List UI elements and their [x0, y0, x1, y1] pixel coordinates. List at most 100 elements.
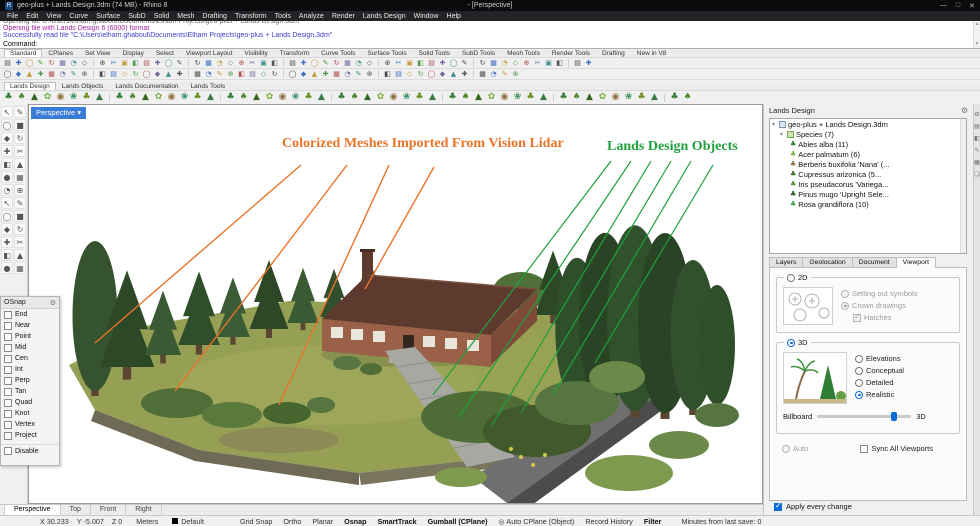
- toolbar-icon[interactable]: ▦: [58, 59, 67, 68]
- status-toggle-filter[interactable]: Filter: [644, 517, 662, 526]
- toolbar-icon[interactable]: ✂: [533, 59, 542, 68]
- toolbar-icon[interactable]: ✚: [175, 70, 184, 79]
- toolbar-icon[interactable]: ↻: [270, 70, 279, 79]
- toolbar-tab-display[interactable]: Display: [117, 49, 150, 57]
- checkbox-icon[interactable]: [4, 377, 12, 385]
- toolbar-icon[interactable]: ▤: [248, 70, 257, 79]
- radio-3d[interactable]: [787, 339, 795, 347]
- panel-icon[interactable]: ❏: [974, 172, 979, 178]
- toolbar-icon[interactable]: ✎: [321, 59, 330, 68]
- option-conceptual[interactable]: Conceptual: [855, 366, 904, 375]
- toolbar-icon[interactable]: ▲: [251, 92, 262, 103]
- species-scrollbar[interactable]: [960, 119, 966, 253]
- viewport-title-label[interactable]: Perspective ▾: [31, 107, 86, 119]
- viewport-tab-right[interactable]: Right: [126, 505, 161, 515]
- viewport-tab-perspective[interactable]: Perspective: [4, 505, 61, 515]
- tool-icon[interactable]: ↻: [14, 223, 26, 235]
- 3d-preview-thumbnail[interactable]: [783, 352, 847, 404]
- toolbar-icon[interactable]: ▲: [316, 92, 327, 103]
- toolbar-icon[interactable]: ♠: [238, 92, 249, 103]
- lands-tab-lands-objects[interactable]: Lands Objects: [56, 82, 110, 90]
- lands-tab-lands-documentation[interactable]: Lands Documentation: [109, 82, 184, 90]
- tool-icon[interactable]: ▦: [14, 171, 26, 183]
- osnap-option-point[interactable]: Point: [1, 331, 59, 342]
- command-prompt[interactable]: Command:: [3, 41, 977, 48]
- toolbar-icon[interactable]: ♠: [571, 92, 582, 103]
- tool-icon[interactable]: ◆: [1, 132, 13, 144]
- toolbar-icon[interactable]: ▲: [427, 92, 438, 103]
- status-toggle-auto-cplane-object[interactable]: ◎ Auto CPlane (Object): [499, 517, 575, 526]
- toolbar-icon[interactable]: ▲: [310, 70, 319, 79]
- toolbar-icon[interactable]: ↻: [332, 59, 341, 68]
- checkbox-icon[interactable]: [4, 399, 12, 407]
- toolbar-icon[interactable]: ◆: [299, 70, 308, 79]
- option-apply-every-change[interactable]: Apply every change: [774, 502, 852, 511]
- toolbar-icon[interactable]: ♣: [303, 92, 314, 103]
- toolbar-icon[interactable]: ◉: [388, 92, 399, 103]
- toolbar-icon[interactable]: ✿: [264, 92, 275, 103]
- osnap-option-cen[interactable]: Cen: [1, 353, 59, 364]
- toolbar-icon[interactable]: ♣: [525, 92, 536, 103]
- perspective-viewport[interactable]: Perspective ▾: [28, 104, 763, 504]
- tool-icon[interactable]: ▦: [14, 262, 26, 274]
- gear-icon[interactable]: ⚙: [974, 112, 979, 118]
- toolbar-icon[interactable]: ♠: [460, 92, 471, 103]
- osnap-option-near[interactable]: Near: [1, 320, 59, 331]
- toolbar-tab-subd-tools[interactable]: SubD Tools: [456, 49, 501, 57]
- toolbar-icon[interactable]: ◇: [365, 59, 374, 68]
- toolbar-icon[interactable]: ▦: [478, 70, 487, 79]
- pencil-icon[interactable]: ✎: [974, 148, 979, 154]
- tool-icon[interactable]: ✚: [1, 145, 13, 157]
- status-toggle-osnap[interactable]: Osnap: [344, 517, 366, 526]
- species-item[interactable]: ♣Pinus mugo 'Upright Sele...: [770, 189, 966, 199]
- toolbar-icon[interactable]: ◔: [58, 70, 67, 79]
- menu-render[interactable]: Render: [328, 13, 359, 20]
- toolbar-icon[interactable]: ⊕: [226, 70, 235, 79]
- toolbar-icon[interactable]: ✎: [460, 59, 469, 68]
- toolbar-tab-transform[interactable]: Transform: [274, 49, 315, 57]
- toolbar-icon[interactable]: ◉: [277, 92, 288, 103]
- toolbar-icon[interactable]: ♣: [669, 92, 680, 103]
- toolbar-icon[interactable]: ◔: [354, 59, 363, 68]
- status-toggle-gumball-cplane[interactable]: Gumball (CPlane): [428, 517, 488, 526]
- toolbar-icon[interactable]: ❀: [290, 92, 301, 103]
- status-toggle-ortho[interactable]: Ortho: [283, 517, 301, 526]
- toolbar-icon[interactable]: ▲: [473, 92, 484, 103]
- toolbar-icon[interactable]: ▦: [489, 59, 498, 68]
- species-item[interactable]: ♣Acer palmatum (6): [770, 149, 966, 159]
- toolbar-icon[interactable]: ✎: [175, 59, 184, 68]
- toolbar-icon[interactable]: ◯: [310, 59, 319, 68]
- toolbar-icon[interactable]: ▲: [584, 92, 595, 103]
- toolbar-icon[interactable]: ✎: [36, 59, 45, 68]
- status-toggle-grid-snap[interactable]: Grid Snap: [240, 517, 272, 526]
- checkbox-icon[interactable]: [4, 366, 12, 374]
- menu-window[interactable]: Window: [410, 13, 443, 20]
- osnap-option-project[interactable]: Project: [1, 430, 59, 441]
- tool-icon[interactable]: ↖: [1, 106, 13, 118]
- toolbar-icon[interactable]: ◯: [427, 70, 436, 79]
- toolbar-icon[interactable]: ↻: [47, 59, 56, 68]
- menu-drafting[interactable]: Drafting: [198, 13, 231, 20]
- toolbar-icon[interactable]: ✂: [394, 59, 403, 68]
- species-item[interactable]: ♣Cupressus arizonica (5...: [770, 169, 966, 179]
- osnap-option-disable[interactable]: Disable: [1, 444, 59, 455]
- toolbar-icon[interactable]: ↻: [416, 70, 425, 79]
- toolbar-icon[interactable]: ▤: [288, 59, 297, 68]
- menu-surface[interactable]: Surface: [92, 13, 124, 20]
- toolbar-icon[interactable]: ✎: [69, 70, 78, 79]
- toolbar-icon[interactable]: ⊕: [365, 70, 374, 79]
- toolbar-icon[interactable]: ▣: [405, 59, 414, 68]
- menu-lands-design[interactable]: Lands Design: [359, 13, 410, 20]
- toolbar-icon[interactable]: ♣: [114, 92, 125, 103]
- toolbar-icon[interactable]: ♣: [3, 92, 14, 103]
- toolbar-icon[interactable]: ⊕: [98, 59, 107, 68]
- toolbar-tab-new-in-v8[interactable]: New in V8: [631, 49, 673, 57]
- toolbar-icon[interactable]: ❀: [512, 92, 523, 103]
- lands-tab-lands-design[interactable]: Lands Design: [4, 82, 56, 90]
- properties-icon[interactable]: ▤: [974, 124, 980, 130]
- toolbar-icon[interactable]: ▤: [573, 59, 582, 68]
- toolbar-icon[interactable]: ❀: [179, 92, 190, 103]
- menu-subd[interactable]: SubD: [124, 13, 150, 20]
- toolbar-icon[interactable]: ▣: [259, 59, 268, 68]
- toolbar-icon[interactable]: ✿: [486, 92, 497, 103]
